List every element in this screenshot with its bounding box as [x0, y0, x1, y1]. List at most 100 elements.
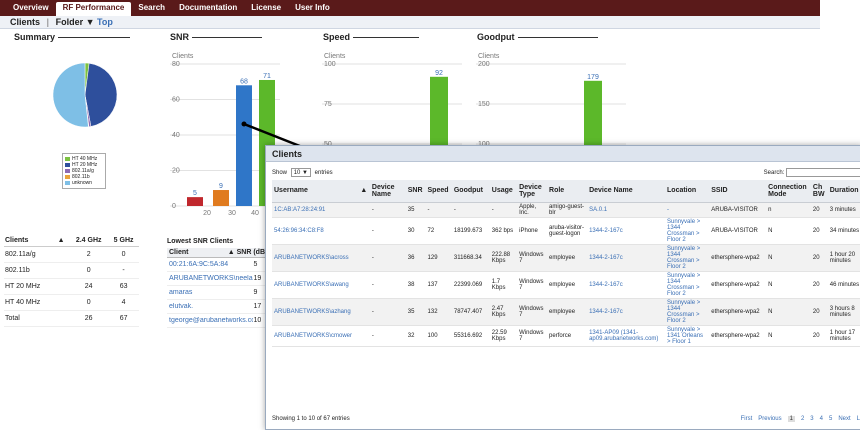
col-role[interactable]: Role: [547, 180, 588, 203]
search-input[interactable]: [786, 168, 860, 177]
entries-select-value: 10: [293, 170, 301, 176]
table-cell[interactable]: 54:26:96:34:C8:F8: [272, 217, 359, 245]
table-header-row: Clients ▲ 2.4 GHz 5 GHz: [4, 235, 139, 247]
table-cell: 132: [425, 298, 452, 326]
table-cell: N: [766, 271, 811, 299]
table-cell[interactable]: 1344-2-167c: [587, 217, 666, 245]
tab-user-info[interactable]: User Info: [288, 2, 337, 16]
table-cell[interactable]: Sunnyvale > 1341 Orleans > Floor 1: [665, 325, 710, 347]
col-clients[interactable]: Clients: [4, 235, 57, 247]
table-cell: HT 20 MHz: [4, 278, 57, 295]
table-cell: [56, 294, 70, 311]
table-row[interactable]: ARUBANETWORKS\awang -38 137 22399.069 1.7 Kb…: [272, 271, 860, 299]
col-goodput[interactable]: Goodput: [451, 180, 490, 203]
table-cell: n: [766, 202, 811, 218]
tab-license[interactable]: License: [244, 2, 288, 16]
col-username[interactable]: Username: [272, 180, 359, 203]
table-cell[interactable]: ARUBANETWORKS\awang: [272, 271, 359, 299]
sort-asc-icon[interactable]: ▲: [358, 180, 370, 203]
bar-value-label: 68: [240, 78, 248, 85]
tab-search[interactable]: Search: [131, 2, 172, 16]
table-row[interactable]: 1C:AB:A7:28:24:91-35- - - Apple, Inc. amigo-…: [272, 202, 860, 218]
col-ssid[interactable]: SSID: [709, 180, 767, 203]
table-cell[interactable]: ARUBANETWORKS\azhang: [272, 298, 359, 326]
page-button[interactable]: 3: [810, 416, 813, 422]
col-connection-mode[interactable]: Connection Mode: [766, 180, 811, 203]
page-button[interactable]: 5: [829, 416, 832, 422]
page-button[interactable]: Previous: [758, 416, 781, 422]
client-link[interactable]: 00:21:6A:9C:5A:84: [169, 261, 253, 268]
search-label: Search:: [763, 170, 785, 177]
table-cell[interactable]: Sunnyvale > 1344 Crossman > Floor 2: [665, 298, 710, 326]
table-cell[interactable]: 1344-2-167c: [587, 271, 666, 299]
table-cell[interactable]: SA.0.1: [587, 202, 666, 218]
col-ch-bw[interactable]: Ch BW: [810, 180, 828, 203]
entries-select[interactable]: 10 ▼: [290, 168, 311, 177]
page-button[interactable]: Last: [857, 416, 860, 422]
table-cell: employee: [547, 244, 588, 272]
folder-top-link[interactable]: Top: [97, 17, 113, 27]
col-5-ghz[interactable]: 5 GHz: [108, 235, 139, 247]
table-cell: N: [766, 244, 811, 272]
clients-link[interactable]: Clients: [10, 17, 40, 27]
table-cell[interactable]: Sunnyvale > 1344 Crossman > Floor 2: [665, 244, 710, 272]
speed-title: Speed: [323, 32, 420, 42]
col-snr[interactable]: ▲ SNR (dB: [228, 249, 265, 256]
table-cell[interactable]: 1344-2-167c: [587, 244, 666, 272]
table-row: 802.11b 0-: [4, 262, 139, 279]
col-2-4-ghz[interactable]: 2.4 GHz: [69, 235, 109, 247]
table-cell[interactable]: Sunnyvale > 1344 Crossman > Floor 2: [665, 217, 710, 245]
table-cell[interactable]: 1344-2-167c: [587, 298, 666, 326]
table-cell: 18199.673: [451, 217, 490, 245]
table-cell[interactable]: ARUBANETWORKS\across: [272, 244, 359, 272]
table-row: 802.11a/g 2 0: [4, 246, 139, 263]
col-device-type[interactable]: Device Type: [517, 180, 548, 203]
client-link[interactable]: elutvak.: [169, 303, 253, 310]
col-device-name[interactable]: Device Name: [369, 180, 406, 203]
top-nav: Overview RF Performance Search Documenta…: [0, 0, 820, 16]
table-cell: 222.88 Kbps: [489, 244, 518, 272]
list-item: 00:21:6A:9C:5A:84 5: [167, 258, 267, 272]
goodput-title-text: Goodput: [477, 32, 515, 42]
col-duration[interactable]: Duration: [827, 180, 860, 203]
table-cell: 3 minutes: [827, 202, 860, 218]
table-cell: 2: [69, 246, 109, 263]
table-row[interactable]: 54:26:96:34:C8:F8-30 72 18199.673 362 bps iP…: [272, 217, 860, 245]
col-client[interactable]: Client: [169, 249, 228, 256]
page-button[interactable]: Next: [838, 416, 850, 422]
page-button[interactable]: 1: [787, 416, 795, 422]
client-link[interactable]: amaras: [169, 289, 253, 296]
table-cell: 63: [108, 278, 139, 295]
col-location[interactable]: Location: [665, 180, 710, 203]
tab-rf-performance[interactable]: RF Performance: [55, 2, 132, 16]
table-row[interactable]: ARUBANETWORKS\cmower -32 100 55316.692 22.59…: [272, 325, 860, 347]
table-cell: Windows 7: [517, 271, 548, 299]
list-item: elutvak. 17: [167, 300, 267, 314]
table-row[interactable]: ARUBANETWORKS\azhang -35 132 78747.407 2.47 …: [272, 298, 860, 326]
col-speed[interactable]: Speed: [425, 180, 452, 203]
table-cell[interactable]: 1C:AB:A7:28:24:91: [272, 202, 359, 218]
table-row[interactable]: ARUBANETWORKS\across -36 129 311668.34 222.8…: [272, 244, 860, 272]
col-device-name-2[interactable]: Device Name: [587, 180, 666, 203]
divider: [58, 37, 131, 39]
tab-documentation[interactable]: Documentation: [172, 2, 244, 16]
page-button[interactable]: 4: [820, 416, 823, 422]
client-link[interactable]: tgeorge@arubanetworks.com: [169, 317, 253, 324]
table-cell[interactable]: 1341-AP09 (1341-ap09.arubanetworks.com): [587, 325, 666, 347]
table-row: HT 20 MHz 24 63: [4, 278, 139, 295]
page-button[interactable]: 2: [801, 416, 804, 422]
col-snr[interactable]: SNR: [405, 180, 426, 203]
table-cell: 802.11b: [4, 262, 57, 279]
table-cell: [358, 244, 370, 272]
table-cell: 78747.407: [451, 298, 490, 326]
table-cell[interactable]: ARUBANETWORKS\cmower: [272, 325, 359, 347]
list-item: amaras 9: [167, 286, 267, 300]
sort-asc-icon[interactable]: ▲: [56, 235, 70, 247]
tab-overview[interactable]: Overview: [6, 2, 56, 16]
page-button[interactable]: First: [741, 416, 753, 422]
table-cell[interactable]: -: [665, 202, 710, 218]
folder-dropdown[interactable]: Folder ▼: [56, 17, 95, 27]
client-link[interactable]: ARUBANETWORKS\neelas: [169, 275, 253, 282]
table-cell[interactable]: Sunnyvale > 1344 Crossman > Floor 2: [665, 271, 710, 299]
col-usage[interactable]: Usage: [489, 180, 518, 203]
